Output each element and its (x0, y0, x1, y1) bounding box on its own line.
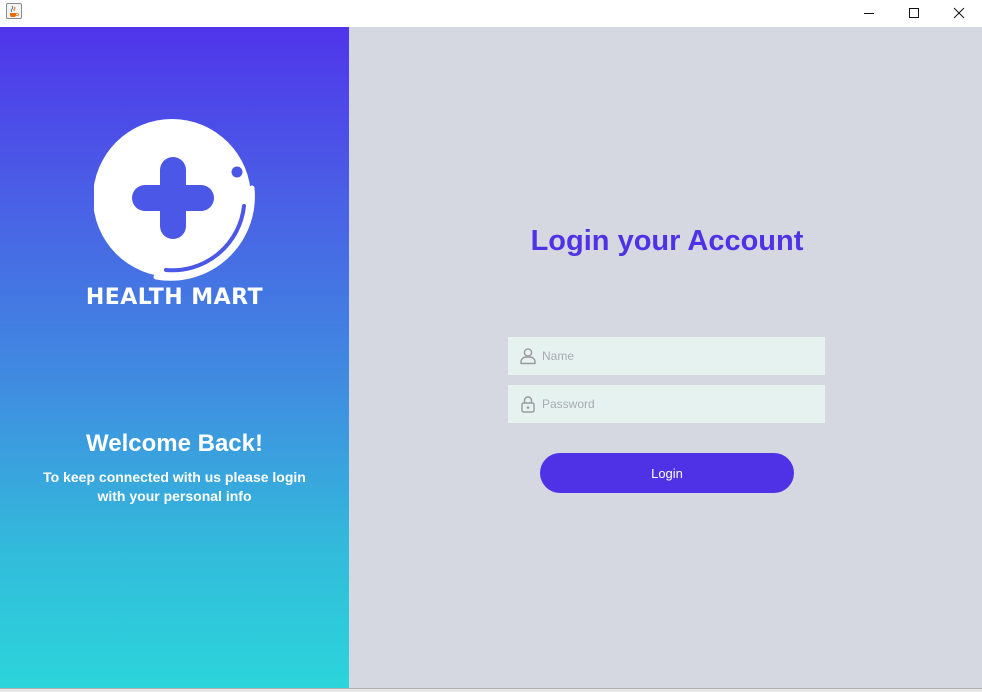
close-button[interactable] (936, 0, 982, 26)
name-input[interactable] (542, 337, 818, 375)
maximize-icon (909, 8, 919, 18)
minimize-icon (864, 13, 874, 14)
password-input[interactable] (542, 385, 818, 423)
bottom-border (0, 688, 982, 692)
minimize-button[interactable] (846, 0, 892, 26)
welcome-panel: HEALTH MART Welcome Back! To keep connec… (0, 27, 349, 688)
name-field[interactable] (508, 337, 825, 375)
login-button[interactable]: Login (540, 453, 794, 493)
welcome-message: To keep connected with us please login w… (43, 469, 306, 504)
title-bar (0, 0, 982, 26)
login-panel: Login your Account Login (349, 27, 982, 688)
brand-name: HEALTH MART (85, 285, 264, 310)
password-field[interactable] (508, 385, 825, 423)
welcome-title: Welcome Back! (86, 430, 263, 457)
login-title: Login your Account (530, 225, 804, 257)
close-icon (953, 7, 965, 19)
medical-cross-logo (94, 119, 255, 281)
user-icon (520, 348, 536, 365)
app-window: HEALTH MART Welcome Back! To keep connec… (0, 0, 982, 692)
lock-icon (521, 396, 535, 413)
maximize-button[interactable] (891, 0, 937, 26)
java-coffee-icon (6, 3, 22, 19)
